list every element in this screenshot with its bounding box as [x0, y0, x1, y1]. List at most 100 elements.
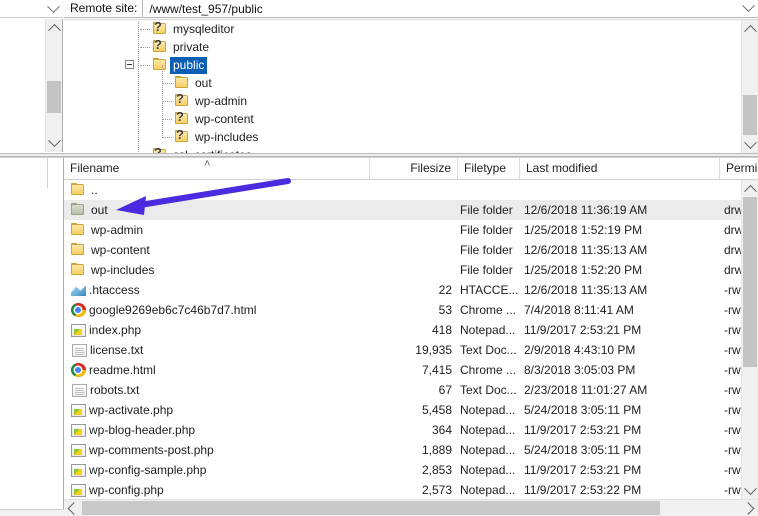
tree-node-label[interactable]: private: [170, 39, 212, 56]
scroll-down-icon[interactable]: [742, 483, 758, 500]
cell-filename[interactable]: robots.txt: [70, 380, 370, 400]
table-row[interactable]: robots.txt67Text Doc...2/23/2018 11:01:2…: [64, 380, 741, 400]
table-row[interactable]: wp-adminFile folder1/25/2018 1:52:19 PMd…: [64, 220, 741, 240]
tree-node-label[interactable]: wp-admin: [192, 93, 250, 110]
table-row[interactable]: outFile folder12/6/2018 11:36:19 AMdrwxr: [64, 200, 741, 220]
cell-permissions: -rw-r-: [724, 280, 741, 300]
scroll-left-icon[interactable]: [64, 500, 81, 516]
tree-node-out[interactable]: out: [64, 74, 754, 92]
column-header-mod[interactable]: Last modified: [520, 158, 720, 179]
table-row[interactable]: readme.html7,415Chrome ...8/3/2018 3:05:…: [64, 360, 741, 380]
tree-collapse-toggle[interactable]: [125, 60, 134, 69]
cell-permissions: -rw-r-: [724, 480, 741, 500]
column-header-perm[interactable]: Permis: [720, 158, 758, 179]
table-row[interactable]: wp-includesFile folder1/25/2018 1:52:20 …: [64, 260, 741, 280]
remote-tree-vertical-scrollbar[interactable]: [741, 20, 758, 153]
tree-node-wp-content[interactable]: ?wp-content: [64, 110, 754, 128]
cell-filename[interactable]: google9269eb6c7c46b7d7.html: [70, 300, 370, 320]
cell-permissions: drwxr: [724, 240, 741, 260]
text-document-icon: [72, 344, 87, 357]
cell-last-modified: 11/9/2017 2:53:21 PM: [524, 460, 724, 480]
folder-unknown-icon: ?: [152, 22, 167, 36]
cell-filename[interactable]: wp-includes: [70, 260, 370, 280]
scrollbar-thumb[interactable]: [82, 501, 660, 515]
scroll-down-icon[interactable]: [742, 137, 758, 153]
cell-filename[interactable]: ..: [70, 180, 370, 200]
tree-indent-spacer: [64, 74, 174, 92]
column-header-size[interactable]: Filesize: [370, 158, 458, 179]
table-row[interactable]: wp-comments-post.php1,889Notepad...5/24/…: [64, 440, 741, 460]
tree-node-wp-admin[interactable]: ?wp-admin: [64, 92, 754, 110]
scroll-up-icon[interactable]: [742, 20, 758, 37]
local-tree-vertical-scrollbar[interactable]: [45, 19, 62, 152]
cell-filename[interactable]: wp-config-sample.php: [70, 460, 370, 480]
tree-node-label[interactable]: wp-includes: [192, 129, 261, 146]
table-row[interactable]: wp-activate.php5,458Notepad...5/24/2018 …: [64, 400, 741, 420]
cell-filename[interactable]: wp-comments-post.php: [70, 440, 370, 460]
cell-filesize: 19,935: [364, 340, 452, 360]
notepad-php-icon: [71, 464, 86, 477]
table-row[interactable]: wp-config-sample.php2,853Notepad...11/9/…: [64, 460, 741, 480]
chevron-down-icon[interactable]: [46, 2, 60, 16]
filename-text: wp-admin: [91, 220, 143, 240]
table-row[interactable]: wp-blog-header.php364Notepad...11/9/2017…: [64, 420, 741, 440]
remote-file-list-pane[interactable]: Filename˄FilesizeFiletypeLast modifiedPe…: [64, 157, 758, 516]
tree-node-label[interactable]: wp-content: [192, 111, 257, 128]
filename-text: wp-content: [91, 240, 150, 260]
tree-node-wp-includes[interactable]: ?wp-includes: [64, 128, 754, 146]
table-row[interactable]: ..: [64, 180, 741, 200]
chrome-icon: [71, 363, 86, 377]
tree-connector-line: [162, 83, 164, 102]
cell-last-modified: 12/6/2018 11:35:13 AM: [524, 280, 724, 300]
table-row[interactable]: wp-contentFile folder12/6/2018 11:35:13 …: [64, 240, 741, 260]
scroll-up-icon[interactable]: [46, 19, 63, 36]
tree-node-label[interactable]: mysqleditor: [170, 21, 237, 38]
cell-filename[interactable]: wp-config.php: [70, 480, 370, 500]
remote-site-label: Remote site:: [64, 0, 143, 17]
cell-filename[interactable]: wp-blog-header.php: [70, 420, 370, 440]
cell-filename[interactable]: readme.html: [70, 360, 370, 380]
file-list-rows[interactable]: ..outFile folder12/6/2018 11:36:19 AMdrw…: [64, 180, 741, 516]
scroll-right-icon[interactable]: [741, 500, 758, 516]
table-row[interactable]: .htaccess22HTACCE...12/6/2018 11:35:13 A…: [64, 280, 741, 300]
cell-filename[interactable]: wp-admin: [70, 220, 370, 240]
tree-node-private[interactable]: ?private: [64, 38, 754, 56]
cell-filename[interactable]: index.php: [70, 320, 370, 340]
local-site-path-bar[interactable]: [0, 0, 63, 18]
cell-filetype: Chrome ...: [460, 360, 518, 380]
cell-filename[interactable]: wp-content: [70, 240, 370, 260]
remote-site-path-bar[interactable]: Remote site: /www/test_957/public: [64, 0, 758, 18]
remote-directory-tree[interactable]: ?mysqleditor?privatepublicout?wp-admin?w…: [64, 19, 758, 153]
tree-node-public[interactable]: public: [64, 56, 754, 74]
cell-filename[interactable]: .htaccess: [70, 280, 370, 300]
table-row[interactable]: wp-config.php2,573Notepad...11/9/2017 2:…: [64, 480, 741, 500]
local-file-list-pane[interactable]: [0, 157, 64, 516]
remote-site-path-value[interactable]: /www/test_957/public: [143, 2, 740, 16]
cell-filename[interactable]: wp-activate.php: [70, 400, 370, 420]
tree-node-label[interactable]: public: [170, 57, 207, 74]
filename-text: wp-activate.php: [89, 400, 173, 420]
table-row[interactable]: google9269eb6c7c46b7d7.html53Chrome ...7…: [64, 300, 741, 320]
tree-node-label[interactable]: out: [192, 75, 215, 92]
file-list-horizontal-scrollbar[interactable]: [64, 499, 758, 516]
local-directory-tree[interactable]: [0, 19, 63, 152]
scrollbar-thumb[interactable]: [47, 81, 61, 113]
scroll-down-icon[interactable]: [46, 135, 63, 152]
cell-filename[interactable]: out: [70, 200, 370, 220]
cell-filename[interactable]: license.txt: [70, 340, 370, 360]
cell-filetype: File folder: [460, 200, 518, 220]
file-list-column-headers[interactable]: Filename˄FilesizeFiletypeLast modifiedPe…: [64, 158, 758, 180]
tree-node-ssl_certificates[interactable]: ?ssl_certificates: [64, 146, 754, 153]
file-list-vertical-scrollbar[interactable]: [741, 180, 758, 500]
scrollbar-thumb[interactable]: [743, 95, 757, 135]
chevron-down-icon[interactable]: [740, 0, 756, 17]
column-header-type[interactable]: Filetype: [458, 158, 520, 179]
table-row[interactable]: license.txt19,935Text Doc...2/9/2018 4:4…: [64, 340, 741, 360]
column-header-name[interactable]: Filename˄: [64, 158, 370, 179]
remote-tree-rows: ?mysqleditor?privatepublicout?wp-admin?w…: [64, 20, 754, 153]
tree-node-mysqleditor[interactable]: ?mysqleditor: [64, 20, 754, 38]
scroll-up-icon[interactable]: [742, 180, 758, 197]
folder-unknown-icon: ?: [174, 130, 189, 144]
scrollbar-thumb[interactable]: [743, 197, 757, 367]
table-row[interactable]: index.php418Notepad...11/9/2017 2:53:21 …: [64, 320, 741, 340]
